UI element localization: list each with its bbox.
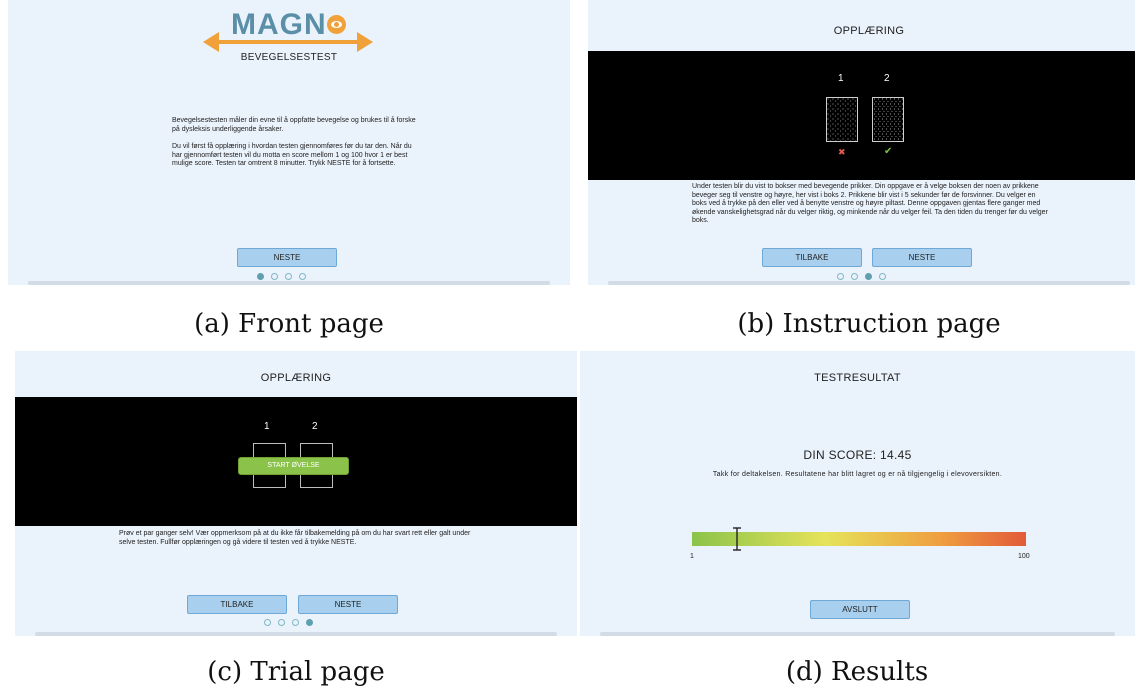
caption-trial-page: (c) Trial page bbox=[207, 657, 385, 687]
caption-front-page: (a) Front page bbox=[194, 309, 384, 339]
page-dot[interactable] bbox=[285, 273, 292, 280]
page-dot[interactable] bbox=[865, 273, 872, 280]
page-indicator bbox=[257, 273, 306, 280]
page-dot[interactable] bbox=[292, 619, 299, 626]
page-title: OPPLÆRING bbox=[260, 372, 332, 384]
page-title: TESTRESULTAT bbox=[814, 372, 901, 384]
thanks-message: Takk for deltakelsen. Resultatene har bl… bbox=[712, 471, 1003, 478]
box-2-label: 2 bbox=[884, 73, 890, 84]
dot-box-2[interactable] bbox=[872, 97, 904, 142]
page-dot[interactable] bbox=[306, 619, 313, 626]
page-dot[interactable] bbox=[837, 273, 844, 280]
page-dot[interactable] bbox=[299, 273, 306, 280]
panel-divider bbox=[35, 632, 557, 636]
score-heading: DIN SCORE: 14.45 bbox=[803, 448, 912, 462]
trial-area: 1 2 START ØVELSE bbox=[15, 397, 577, 526]
panel-divider bbox=[600, 632, 1115, 636]
page-dot[interactable] bbox=[278, 619, 285, 626]
scale-min-label: 1 bbox=[690, 553, 694, 560]
next-button[interactable]: NESTE bbox=[237, 248, 337, 267]
page-dot[interactable] bbox=[264, 619, 271, 626]
page-indicator bbox=[264, 619, 313, 626]
back-button[interactable]: TILBAKE bbox=[187, 595, 287, 614]
dot-box-1[interactable] bbox=[826, 97, 858, 142]
box-1-label: 1 bbox=[264, 421, 270, 432]
dot-pattern bbox=[873, 98, 903, 141]
trial-page-panel: OPPLÆRING 1 2 START ØVELSE Prøv et par g… bbox=[15, 351, 577, 636]
instructions-text: Prøv et par ganger selv! Vær oppmerksom … bbox=[119, 530, 471, 546]
dot-pattern bbox=[827, 98, 857, 141]
instructions-text: Under testen blir du vist to bokser med … bbox=[692, 183, 1048, 225]
finish-button[interactable]: AVSLUTT bbox=[810, 600, 910, 619]
box-1-label: 1 bbox=[838, 73, 844, 84]
next-button[interactable]: NESTE bbox=[872, 248, 972, 267]
logo-eye-icon bbox=[327, 15, 346, 34]
caption-instruction-page: (b) Instruction page bbox=[737, 309, 1001, 339]
caption-results: (d) Results bbox=[785, 657, 929, 687]
wrong-icon: ✖ bbox=[838, 147, 846, 157]
results-page-panel: TESTRESULTAT DIN SCORE: 14.45 Takk for d… bbox=[580, 351, 1135, 636]
page-title: OPPLÆRING bbox=[833, 25, 905, 37]
page-dot[interactable] bbox=[271, 273, 278, 280]
page-dot[interactable] bbox=[851, 273, 858, 280]
page-dot[interactable] bbox=[879, 273, 886, 280]
score-marker-icon bbox=[733, 527, 742, 551]
box-2-label: 2 bbox=[312, 421, 318, 432]
demo-area: 1 2 ✖ ✔ bbox=[588, 51, 1135, 180]
instruction-page-panel: OPPLÆRING 1 2 ✖ ✔ Under testen blir du v… bbox=[588, 0, 1135, 285]
magno-logo: MAGN bbox=[203, 6, 373, 56]
back-button[interactable]: TILBAKE bbox=[762, 248, 862, 267]
check-icon: ✔ bbox=[884, 146, 893, 157]
page-dot[interactable] bbox=[257, 273, 264, 280]
app-subtitle: BEVEGELSESTEST bbox=[240, 52, 338, 63]
page-indicator bbox=[837, 273, 886, 280]
front-page-panel: MAGN BEVEGELSESTEST Bevegelsestesten mål… bbox=[8, 0, 570, 285]
start-exercise-button[interactable]: START ØVELSE bbox=[238, 457, 349, 475]
logo-text: MAGN bbox=[231, 8, 327, 41]
next-button[interactable]: NESTE bbox=[298, 595, 398, 614]
intro-paragraph-1: Bevegelsestesten måler din evne til å op… bbox=[172, 117, 416, 133]
intro-paragraph-2: Du vil først få opplæring i hvordan test… bbox=[172, 143, 412, 168]
scale-max-label: 100 bbox=[1018, 553, 1030, 560]
score-scale-bar bbox=[692, 532, 1026, 546]
panel-divider bbox=[28, 281, 550, 285]
panel-divider bbox=[608, 281, 1130, 285]
